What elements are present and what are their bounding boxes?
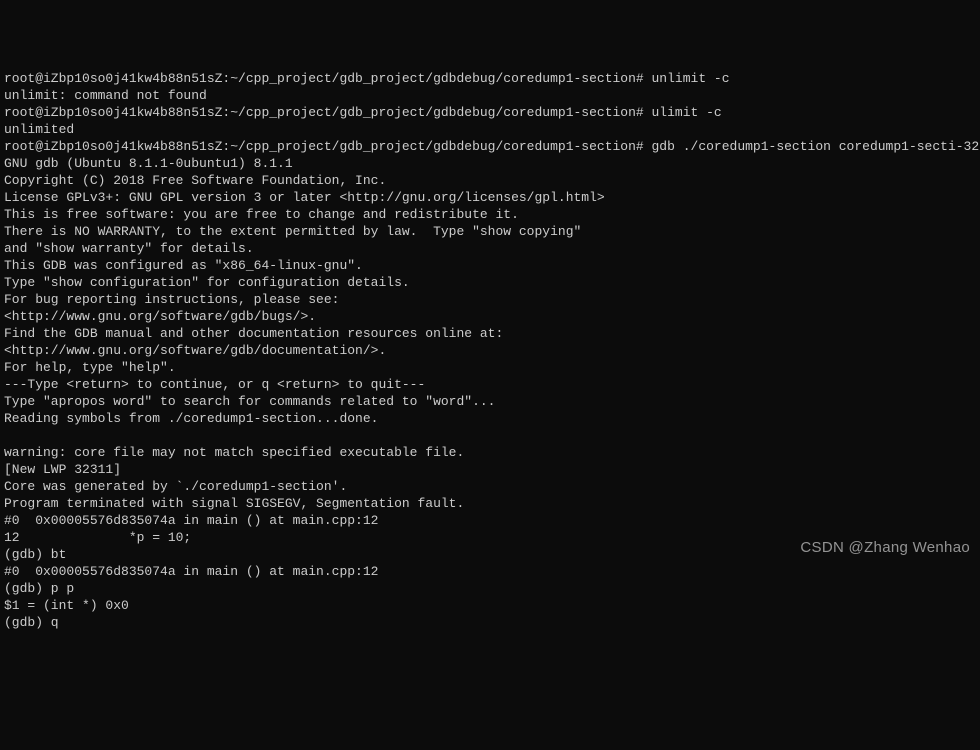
terminal-line: #0 0x00005576d835074a in main () at main… <box>4 513 378 528</box>
terminal-line: root@iZbp10so0j41kw4b88n51sZ:~/cpp_proje… <box>4 105 722 120</box>
terminal-line: ---Type <return> to continue, or q <retu… <box>4 377 425 392</box>
terminal-line: (gdb) p p <box>4 581 74 596</box>
watermark-text: CSDN @Zhang Wenhao <box>800 539 970 556</box>
terminal-line: Find the GDB manual and other documentat… <box>4 326 503 341</box>
terminal-line: 12 *p = 10; <box>4 530 191 545</box>
terminal-line: Program terminated with signal SIGSEGV, … <box>4 496 464 511</box>
terminal-line: GNU gdb (Ubuntu 8.1.1-0ubuntu1) 8.1.1 <box>4 156 293 171</box>
terminal-line: For bug reporting instructions, please s… <box>4 292 339 307</box>
terminal-line: (gdb) bt <box>4 547 66 562</box>
terminal-line: and "show warranty" for details. <box>4 241 254 256</box>
terminal-line: unlimited <box>4 122 74 137</box>
terminal-line: <http://www.gnu.org/software/gdb/bugs/>. <box>4 309 316 324</box>
terminal-line: Core was generated by `./coredump1-secti… <box>4 479 347 494</box>
terminal-line: Type "show configuration" for configurat… <box>4 275 410 290</box>
terminal-line: Copyright (C) 2018 Free Software Foundat… <box>4 173 386 188</box>
terminal-line: <http://www.gnu.org/software/gdb/documen… <box>4 343 386 358</box>
terminal-line: This is free software: you are free to c… <box>4 207 519 222</box>
terminal-line: Reading symbols from ./coredump1-section… <box>4 411 378 426</box>
terminal-line: Type "apropos word" to search for comman… <box>4 394 495 409</box>
terminal-line: root@iZbp10so0j41kw4b88n51sZ:~/cpp_proje… <box>4 71 730 86</box>
terminal-line: root@iZbp10so0j41kw4b88n51sZ:~/cpp_proje… <box>4 139 980 154</box>
terminal-line: $1 = (int *) 0x0 <box>4 598 129 613</box>
terminal-line: #0 0x00005576d835074a in main () at main… <box>4 564 378 579</box>
terminal-line: License GPLv3+: GNU GPL version 3 or lat… <box>4 190 605 205</box>
terminal-line: This GDB was configured as "x86_64-linux… <box>4 258 363 273</box>
terminal-line: unlimit: command not found <box>4 88 207 103</box>
terminal-line: [New LWP 32311] <box>4 462 121 477</box>
terminal-line: warning: core file may not match specifi… <box>4 445 464 460</box>
terminal-line: For help, type "help". <box>4 360 176 375</box>
terminal-line: (gdb) q <box>4 615 59 630</box>
terminal-line: There is NO WARRANTY, to the extent perm… <box>4 224 581 239</box>
